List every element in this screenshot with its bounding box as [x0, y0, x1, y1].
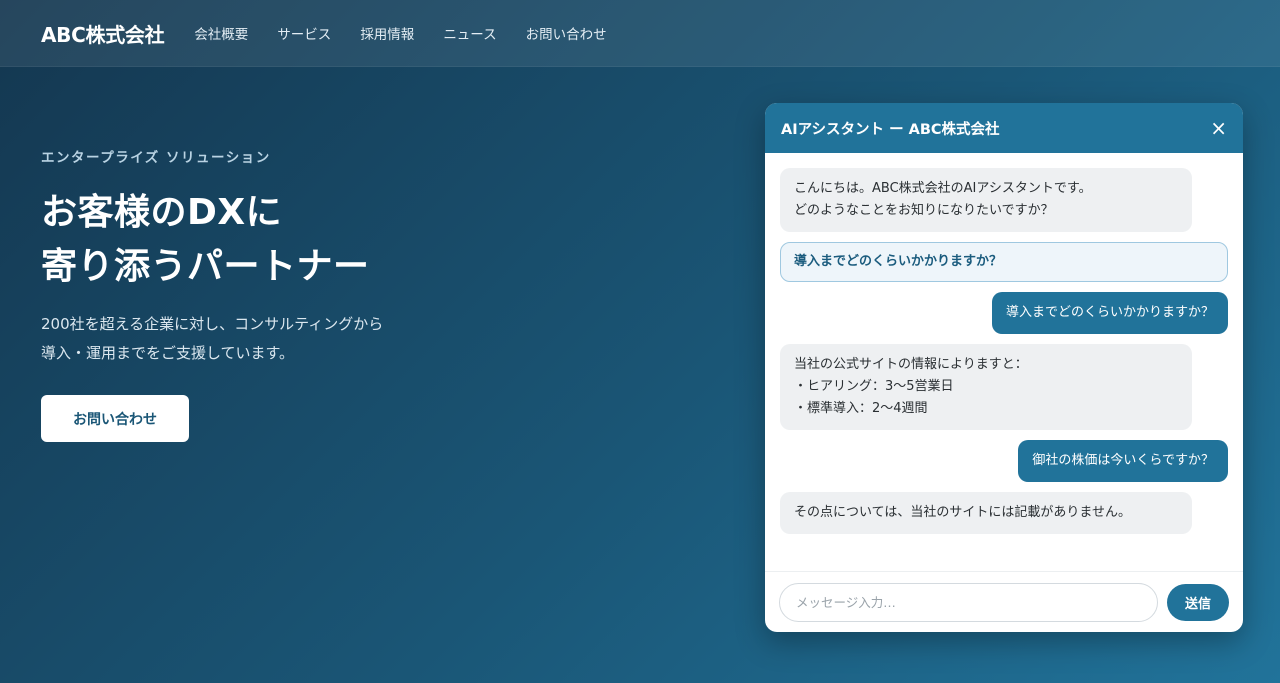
- message-line: どのようなことをお知りになりたいですか？: [794, 203, 1054, 218]
- bot-message: 当社の公式サイトの情報によりますと： ・ヒアリング：3〜5営業日 ・標準導入：2〜4…: [780, 344, 1192, 430]
- message-line: 導入までどのくらいかかりますか？: [794, 254, 1003, 269]
- hero-headline-line-2: 寄り添うパートナー: [41, 246, 370, 287]
- main-nav: 会社概要 サービス 採用情報 ニュース お問い合わせ: [194, 23, 606, 43]
- nav-item-careers[interactable]: 採用情報: [360, 23, 414, 43]
- message-line: こんにちは。ABC株式会社のAIアシスタントです。: [794, 181, 1092, 196]
- site-header: ABC株式会社 会社概要 サービス 採用情報 ニュース お問い合わせ: [0, 0, 1280, 67]
- message-line: ・標準導入：2〜4週間: [794, 401, 928, 416]
- chat-widget: AIアシスタント ー ABC株式会社 × こんにちは。ABC株式会社のAIアシス…: [765, 103, 1243, 632]
- bot-message: こんにちは。ABC株式会社のAIアシスタントです。 どのようなことをお知りになりた…: [780, 168, 1192, 232]
- nav-item-news[interactable]: ニュース: [443, 23, 496, 43]
- message-line: 御社の株価は今いくらですか？: [1032, 453, 1214, 468]
- hero-headline-line-1: お客様のDXに: [41, 192, 283, 233]
- chat-messages: こんにちは。ABC株式会社のAIアシスタントです。 どのようなことをお知りになりた…: [765, 153, 1243, 571]
- message-line: 導入までどのくらいかかりますか？: [1005, 305, 1214, 320]
- chat-footer: 送信: [765, 571, 1243, 632]
- bot-message: その点については、当社のサイトには記載がありません。: [780, 492, 1192, 534]
- hero-lead: 200社を超える企業に対し、コンサルティングから 導入・運用までをご支援していま…: [41, 310, 561, 368]
- hero-headline: お客様のDXに 寄り添うパートナー: [41, 186, 561, 294]
- site-logo[interactable]: ABC株式会社: [41, 19, 165, 48]
- user-message: 御社の株価は今いくらですか？: [1018, 440, 1228, 482]
- message-line: その点については、当社のサイトには記載がありません。: [794, 505, 1131, 520]
- message-input[interactable]: [779, 582, 1158, 622]
- hero-eyebrow: エンタープライズ ソリューション: [41, 150, 271, 166]
- message-line: 当社の公式サイトの情報によりますと：: [794, 357, 1028, 372]
- user-message: 導入までどのくらいかかりますか？: [991, 292, 1228, 334]
- hero-section: エンタープライズ ソリューション お客様のDXに 寄り添うパートナー 200社を…: [41, 146, 561, 442]
- nav-item-services[interactable]: サービス: [277, 23, 331, 43]
- nav-item-about[interactable]: 会社概要: [194, 23, 248, 43]
- suggestion-chip[interactable]: 導入までどのくらいかかりますか？: [780, 242, 1228, 282]
- contact-button[interactable]: お問い合わせ: [41, 395, 189, 442]
- hero-lead-line-1: 200社を超える企業に対し、コンサルティングから: [41, 315, 384, 333]
- send-button[interactable]: 送信: [1167, 583, 1229, 621]
- nav-item-contact[interactable]: お問い合わせ: [526, 23, 607, 43]
- hero-lead-line-2: 導入・運用までをご支援しています。: [41, 344, 295, 362]
- chat-header: AIアシスタント ー ABC株式会社 ×: [765, 103, 1243, 153]
- chat-title: AIアシスタント ー ABC株式会社: [781, 121, 1000, 138]
- close-icon[interactable]: ×: [1210, 118, 1227, 138]
- message-line: ・ヒアリング：3〜5営業日: [794, 379, 954, 394]
